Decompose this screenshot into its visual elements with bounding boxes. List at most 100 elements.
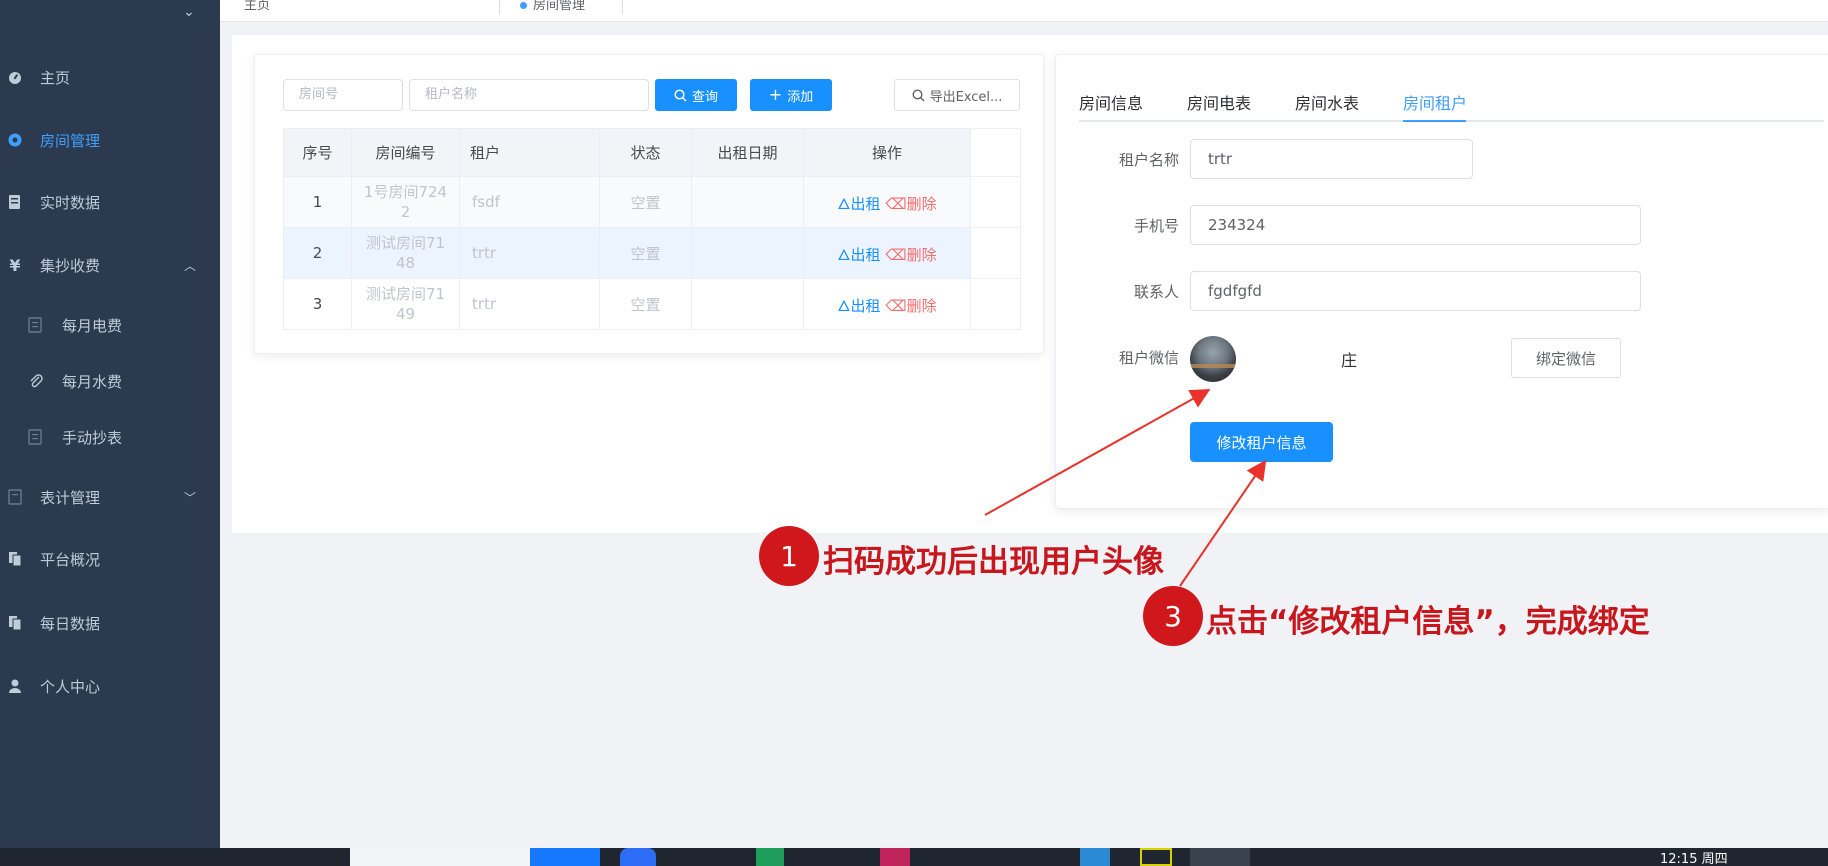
active-tab-indicator bbox=[1403, 120, 1466, 122]
receipt-icon bbox=[28, 429, 44, 445]
tenant-name-label: 租户名称 bbox=[1118, 151, 1179, 169]
tab-room-water-meter[interactable]: 房间水表 bbox=[1295, 90, 1359, 114]
room-table: 序号 房间编号 租户 状态 出租日期 操作 1 1号房间724 2 fsdf 空置… bbox=[283, 128, 1021, 330]
sidebar-item-monthly-electricity[interactable]: 每月电费 bbox=[0, 300, 220, 350]
table-row[interactable]: 1 1号房间724 2 fsdf 空置 🜂出租 ⌫删除 bbox=[283, 176, 1021, 228]
annotation-step-3-badge: 3 bbox=[1143, 586, 1203, 646]
taskbar-search-button[interactable] bbox=[530, 848, 600, 866]
dashboard-icon bbox=[6, 68, 24, 86]
column-header: 房间编号 bbox=[351, 128, 460, 177]
divider bbox=[622, 0, 623, 14]
sidebar-item-label: 实时数据 bbox=[40, 193, 101, 212]
sidebar-item-monthly-water[interactable]: 每月水费 bbox=[0, 356, 220, 406]
taskbar-app-icon[interactable] bbox=[620, 848, 656, 866]
phone-field[interactable]: 234324 bbox=[1190, 205, 1641, 245]
wechat-nickname: 庄 bbox=[1341, 351, 1358, 370]
tab-room-tenant[interactable]: 房间租户 bbox=[1403, 90, 1467, 114]
rent-button[interactable]: 🜂出租 bbox=[837, 297, 880, 315]
contact-field[interactable]: fgdfgfd bbox=[1190, 271, 1641, 311]
delete-button[interactable]: ⌫删除 bbox=[885, 246, 936, 264]
column-header: 出租日期 bbox=[691, 128, 804, 177]
tenant-name-field[interactable]: trtr bbox=[1190, 139, 1473, 179]
tab-room-electric-meter[interactable]: 房间电表 bbox=[1187, 90, 1251, 114]
add-button[interactable]: + 添加 bbox=[750, 79, 832, 111]
room-number-input[interactable]: 房间号 bbox=[283, 79, 403, 111]
annotation-step-1-text: 扫码成功后出现用户头像 bbox=[823, 544, 1164, 580]
sidebar-item-label: 表计管理 bbox=[40, 488, 101, 507]
query-button[interactable]: 查询 bbox=[655, 79, 737, 111]
cell-gutter bbox=[970, 278, 1021, 330]
column-header-gutter bbox=[970, 128, 1021, 177]
delete-button[interactable]: ⌫删除 bbox=[885, 297, 936, 315]
taskbar-app-icon[interactable] bbox=[1080, 848, 1110, 866]
cell-rent-date bbox=[691, 176, 804, 228]
sidebar-item-home[interactable]: 主页 bbox=[0, 52, 220, 102]
room-number-line: 测试房间71 bbox=[365, 234, 446, 252]
yen-icon: ¥ bbox=[9, 255, 21, 275]
plus-icon: + bbox=[768, 85, 783, 104]
sidebar-item-manual-reading[interactable]: 手动抄表 bbox=[0, 412, 220, 462]
tab-room-info[interactable]: 房间信息 bbox=[1079, 90, 1143, 114]
avatar-image bbox=[1190, 364, 1236, 368]
sidebar-item-label: 集抄收费 bbox=[40, 256, 101, 275]
taskbar-app-icon[interactable] bbox=[1140, 848, 1172, 866]
taskbar-active-app[interactable] bbox=[1190, 848, 1250, 866]
sidebar-item-label: 平台概况 bbox=[40, 550, 101, 569]
document-icon bbox=[6, 193, 24, 211]
sidebar-item-platform-overview[interactable]: 平台概况 bbox=[0, 534, 220, 584]
chevron-down-icon[interactable]: ⌄ bbox=[183, 4, 195, 20]
sidebar-item-room-management[interactable]: 房间管理 bbox=[0, 115, 220, 165]
rent-button[interactable]: 🜂出租 bbox=[837, 246, 880, 264]
cell-status: 空置 bbox=[599, 176, 692, 228]
table-row[interactable]: 2 测试房间71 48 trtr 空置 🜂出租 ⌫删除 bbox=[283, 227, 1021, 279]
tenant-name-input[interactable]: 租户名称 bbox=[409, 79, 649, 111]
sidebar-item-billing[interactable]: ¥ 集抄收费 ︿ bbox=[0, 240, 220, 290]
table-row[interactable]: 3 测试房间71 49 trtr 空置 🜂出租 ⌫删除 bbox=[283, 278, 1021, 330]
detail-tabs: 房间信息 房间电表 房间水表 房间租户 bbox=[1079, 90, 1824, 122]
cell-actions: 🜂出租 ⌫删除 bbox=[803, 278, 971, 330]
cell-index: 3 bbox=[283, 278, 352, 330]
bell-icon: 🜂 bbox=[837, 194, 851, 213]
rent-button-label: 出租 bbox=[850, 194, 881, 213]
chevron-down-icon: ﹀ bbox=[183, 491, 196, 505]
tenant-avatar bbox=[1190, 336, 1236, 382]
query-button-label: 查询 bbox=[691, 89, 718, 105]
tag-home[interactable]: 主页 bbox=[244, 0, 270, 13]
export-excel-button[interactable]: 导出Excel... bbox=[894, 79, 1020, 111]
room-number-line: 49 bbox=[395, 305, 416, 323]
cell-status: 空置 bbox=[599, 227, 692, 279]
cell-room-number: 1号房间724 2 bbox=[351, 176, 460, 228]
cell-actions: 🜂出租 ⌫删除 bbox=[803, 176, 971, 228]
sidebar-item-profile[interactable]: 个人中心 bbox=[0, 661, 220, 711]
bind-wechat-button[interactable]: 绑定微信 bbox=[1511, 338, 1621, 378]
add-button-label: 添加 bbox=[787, 89, 814, 105]
sidebar-item-label: 每月水费 bbox=[62, 372, 123, 391]
tag-current[interactable]: 房间管理 bbox=[520, 0, 585, 13]
tags-view: 主页 房间管理 bbox=[220, 0, 1828, 22]
active-dot-icon bbox=[520, 2, 527, 9]
receipt-icon bbox=[6, 488, 24, 506]
column-header: 状态 bbox=[599, 128, 692, 177]
cell-tenant: trtr bbox=[459, 227, 600, 279]
cell-index: 1 bbox=[283, 176, 352, 228]
export-button-label: 导出Excel... bbox=[929, 89, 1003, 105]
sidebar-item-meter-management[interactable]: 表计管理 ﹀ bbox=[0, 472, 220, 522]
bell-icon: 🜂 bbox=[837, 296, 851, 315]
taskbar-app-icon[interactable] bbox=[756, 848, 784, 866]
sidebar-item-realtime-data[interactable]: 实时数据 bbox=[0, 177, 220, 227]
cell-actions: 🜂出租 ⌫删除 bbox=[803, 227, 971, 279]
tag-current-label: 房间管理 bbox=[533, 0, 586, 13]
user-icon bbox=[6, 677, 24, 695]
delete-button[interactable]: ⌫删除 bbox=[885, 195, 936, 213]
sidebar: ⌄ 主页 房间管理 实时数据 ¥ 集抄收费 ︿ 每月电费 每月水费 手动抄表 表… bbox=[0, 0, 220, 848]
taskbar-app-icon[interactable] bbox=[880, 848, 910, 866]
table-header-row: 序号 房间编号 租户 状态 出租日期 操作 bbox=[283, 128, 1021, 177]
cell-room-number: 测试房间71 48 bbox=[351, 227, 460, 279]
annotation-step-3-text: 点击“修改租户信息”，完成绑定 bbox=[1206, 604, 1650, 640]
delete-button-label: 删除 bbox=[906, 296, 937, 315]
update-tenant-button[interactable]: 修改租户信息 bbox=[1190, 422, 1333, 462]
room-number-line: 1号房间724 bbox=[363, 183, 448, 201]
sidebar-item-daily-data[interactable]: 每日数据 bbox=[0, 598, 220, 648]
taskbar-search[interactable] bbox=[350, 848, 530, 866]
rent-button[interactable]: 🜂出租 bbox=[837, 195, 880, 213]
